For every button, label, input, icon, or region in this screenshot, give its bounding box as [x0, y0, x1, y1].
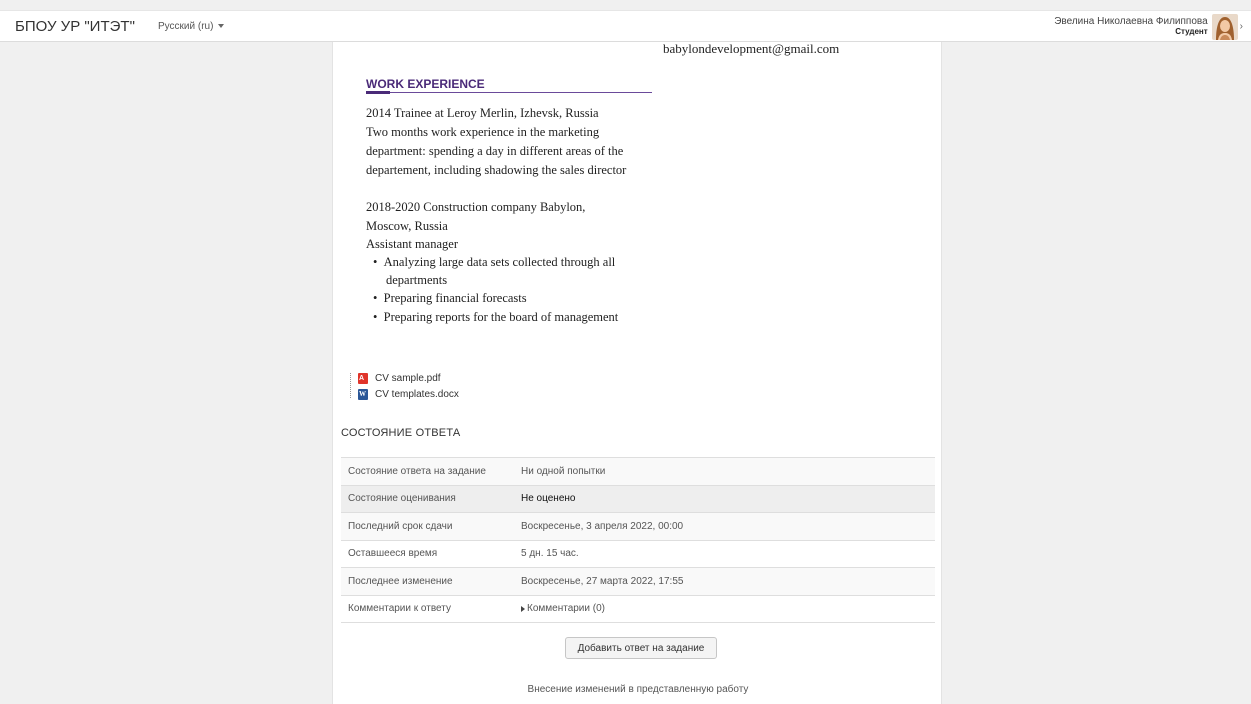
table-row: Последнее изменение Воскресенье, 27 март…	[341, 568, 935, 596]
add-submission-button[interactable]: Добавить ответ на задание	[565, 637, 717, 659]
user-role: Студент	[1175, 26, 1208, 36]
bullet-text: Preparing financial forecasts	[383, 291, 527, 305]
table-row: Оставшееся время 5 дн. 15 час.	[341, 541, 935, 568]
section-rule	[366, 92, 652, 93]
submission-status-title: СОСТОЯНИЕ ОТВЕТА	[341, 427, 461, 439]
cv-line: Moscow, Russia	[366, 219, 448, 233]
language-label: Русский (ru)	[158, 21, 214, 32]
user-info: Эвелина Николаевна Филиппова Студент	[1054, 15, 1208, 37]
row-value: Воскресенье, 27 марта 2022, 17:55	[521, 575, 684, 587]
file-link-pdf[interactable]: A CV sample.pdf	[358, 373, 441, 384]
row-label: Последнее изменение	[348, 575, 453, 587]
user-name: Эвелина Николаевна Филиппова	[1054, 15, 1208, 27]
cv-section-heading: WORK EXPERIENCE	[366, 77, 485, 91]
file-name: CV templates.docx	[375, 389, 459, 400]
file-tree-line	[350, 373, 351, 398]
row-label: Последний срок сдачи	[348, 520, 453, 532]
cv-bullet-item: • Preparing financial forecasts	[373, 291, 527, 305]
row-value: Не оценено	[521, 493, 576, 505]
user-menu[interactable]: Эвелина Николаевна Филиппова Студент ›	[1054, 12, 1243, 41]
pdf-file-icon: A	[358, 373, 368, 384]
cv-email: babylondevelopment@gmail.com	[663, 41, 840, 56]
avatar[interactable]	[1211, 13, 1238, 40]
cv-line: department: spending a day in different …	[366, 144, 624, 158]
row-value: Ни одной попытки	[521, 465, 606, 477]
file-link-docx[interactable]: W CV templates.docx	[358, 389, 459, 400]
cv-line: 2018-2020 Construction company Babylon,	[366, 200, 586, 214]
cv-line: departement, including shadowing the sal…	[366, 163, 627, 177]
table-row: Комментарии к ответу Комментарии (0)	[341, 596, 935, 623]
main-content: babylondevelopment@gmail.com WORK EXPERI…	[332, 41, 943, 704]
table-row: Состояние ответа на задание Ни одной поп…	[341, 458, 935, 486]
comments-link[interactable]: Комментарии (0)	[527, 603, 605, 614]
file-name: CV sample.pdf	[375, 373, 441, 384]
row-label: Комментарии к ответу	[348, 603, 451, 615]
row-label: Состояние ответа на задание	[348, 465, 486, 477]
cv-bullet-continuation: departments	[386, 273, 448, 287]
user-menu-caret: ›	[1239, 21, 1243, 32]
bullet-text: Analyzing large data sets collected thro…	[383, 255, 616, 269]
cv-line: Assistant manager	[366, 237, 458, 251]
cv-document-preview: babylondevelopment@gmail.com WORK EXPERI…	[333, 41, 943, 402]
cv-line: Two months work experience in the market…	[366, 125, 600, 139]
cv-line: 2014 Trainee at Leroy Merlin, Izhevsk, R…	[366, 106, 599, 120]
comments-toggle[interactable]: Комментарии (0)	[521, 603, 605, 614]
site-brand-link[interactable]: БПОУ УР "ИТЭТ"	[15, 18, 135, 35]
expand-triangle-icon	[521, 605, 525, 612]
language-menu[interactable]: Русский (ru)	[158, 21, 225, 32]
row-label: Состояние оценивания	[348, 493, 456, 505]
cv-bullet-item: • Analyzing large data sets collected th…	[373, 255, 616, 269]
caret-down-icon	[218, 24, 225, 29]
section-rule-accent	[366, 91, 390, 94]
bullet-text: Preparing reports for the board of manag…	[383, 310, 619, 324]
submission-status-table: Состояние ответа на задание Ни одной поп…	[341, 457, 935, 623]
table-row: Последний срок сдачи Воскресенье, 3 апре…	[341, 513, 935, 541]
row-label: Оставшееся время	[348, 548, 438, 560]
top-navbar: БПОУ УР "ИТЭТ" Русский (ru) Эвелина Нико…	[0, 10, 1251, 42]
cv-bullet-item: • Preparing reports for the board of man…	[373, 310, 619, 324]
row-value: 5 дн. 15 час.	[521, 548, 579, 560]
row-value: Воскресенье, 3 апреля 2022, 00:00	[521, 520, 684, 532]
edit-submission-note: Внесение изменений в представленную рабо…	[527, 684, 749, 695]
word-file-icon: W	[358, 389, 368, 400]
table-row: Состояние оценивания Не оценено	[341, 485, 935, 513]
